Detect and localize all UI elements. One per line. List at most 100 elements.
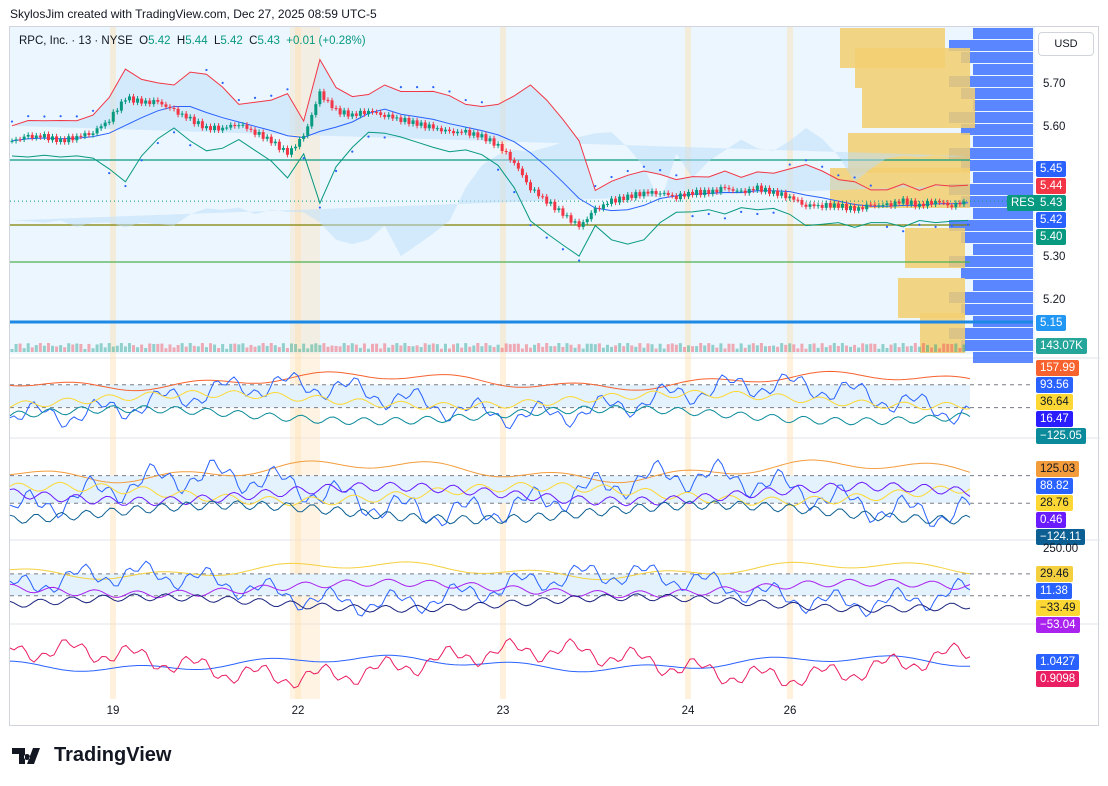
candle <box>840 204 844 208</box>
indicator-value-badge: 0.9098 <box>1036 671 1080 687</box>
open-label: O <box>139 35 149 47</box>
candle <box>950 205 954 208</box>
volume-bar <box>132 345 136 352</box>
candle <box>962 201 966 205</box>
candle <box>954 202 958 208</box>
candle <box>707 189 711 194</box>
symbol-name[interactable]: RPC, Inc. · 13 · NYSE <box>19 35 133 47</box>
indicator-value-badge: −33.49 <box>1036 600 1080 616</box>
candle <box>488 138 492 142</box>
volume-bar <box>658 343 662 352</box>
tradingview-logo[interactable]: TradingView <box>12 744 171 767</box>
volume-bar <box>553 346 557 352</box>
volume-bar <box>63 347 67 352</box>
volume-bar <box>318 344 322 352</box>
indicator-value-badge: 93.56 <box>1036 377 1073 393</box>
chart-canvas[interactable] <box>0 0 1108 786</box>
candle <box>715 189 719 193</box>
psar-dot <box>10 120 14 123</box>
candle <box>208 126 212 131</box>
candle <box>695 189 699 195</box>
candle <box>723 187 727 189</box>
candle <box>229 124 233 128</box>
volume-bar <box>180 343 184 352</box>
candle <box>719 187 723 193</box>
volume-bar <box>934 344 938 352</box>
candle <box>285 147 289 155</box>
volume-bar <box>460 347 464 352</box>
candle <box>662 192 666 194</box>
candle <box>26 134 30 137</box>
volume-bar <box>431 343 435 352</box>
volume-bar <box>844 345 848 352</box>
candle <box>861 207 865 210</box>
psar-dot <box>934 225 937 228</box>
candle <box>699 189 703 196</box>
volume-bar <box>889 344 893 352</box>
psar-dot <box>464 98 467 102</box>
volume-bar <box>152 344 156 352</box>
price-badge: 5.43 <box>1036 195 1067 211</box>
volume-bar <box>103 347 107 352</box>
volume-bar <box>107 343 111 352</box>
psar-dot <box>626 169 629 173</box>
candle <box>877 205 881 207</box>
candle <box>508 152 512 161</box>
psar-dot <box>253 96 257 99</box>
volume-bar <box>46 343 50 352</box>
candle <box>520 168 524 176</box>
volume-bar <box>731 343 735 352</box>
volume-bar <box>249 344 253 352</box>
candle <box>808 204 812 207</box>
candle <box>407 117 411 124</box>
volume-bar <box>127 343 131 352</box>
candle <box>371 110 375 113</box>
candle <box>237 125 241 127</box>
volume-bar <box>930 347 934 352</box>
volume-bar <box>917 346 921 352</box>
volume-bar <box>780 343 784 352</box>
candle <box>59 138 63 143</box>
candle <box>221 127 225 131</box>
indicator-value-badge: −53.04 <box>1036 617 1080 633</box>
candle <box>383 114 387 117</box>
volume-bar <box>160 343 164 352</box>
currency-button[interactable]: USD <box>1038 32 1094 56</box>
psar-dot <box>221 81 224 84</box>
volume-bar <box>828 345 832 352</box>
candle <box>452 131 456 134</box>
candle <box>593 208 597 213</box>
psar-dot <box>594 184 597 188</box>
volume-bar <box>358 347 362 352</box>
volume-bar <box>569 344 573 352</box>
candle <box>569 215 573 223</box>
volume-bar <box>500 347 504 352</box>
psar-dot <box>821 165 824 168</box>
psar-dot <box>529 224 532 227</box>
volume-bar <box>362 343 366 352</box>
candle <box>654 191 658 195</box>
candle <box>334 108 338 110</box>
psar-dot <box>205 68 208 72</box>
volume-bar <box>504 343 508 352</box>
candle <box>901 198 905 204</box>
candle <box>95 128 99 134</box>
candle <box>302 135 306 140</box>
volume-bar <box>192 345 196 352</box>
volume-bar <box>403 343 407 352</box>
price-axis-tick: 5.70 <box>1043 78 1066 90</box>
candle <box>597 208 601 210</box>
candle <box>796 199 800 201</box>
volume-bar <box>354 344 358 352</box>
psar-dot <box>383 136 386 139</box>
volume-bar <box>925 344 929 352</box>
candle <box>828 203 832 208</box>
volume-bar <box>682 346 686 352</box>
volume-bar <box>176 344 180 352</box>
candle <box>91 133 95 136</box>
volume-bar <box>456 343 460 352</box>
candle <box>691 191 695 195</box>
volume-bar <box>849 346 853 352</box>
volume-bar <box>366 348 370 352</box>
volume-bar <box>314 343 318 352</box>
